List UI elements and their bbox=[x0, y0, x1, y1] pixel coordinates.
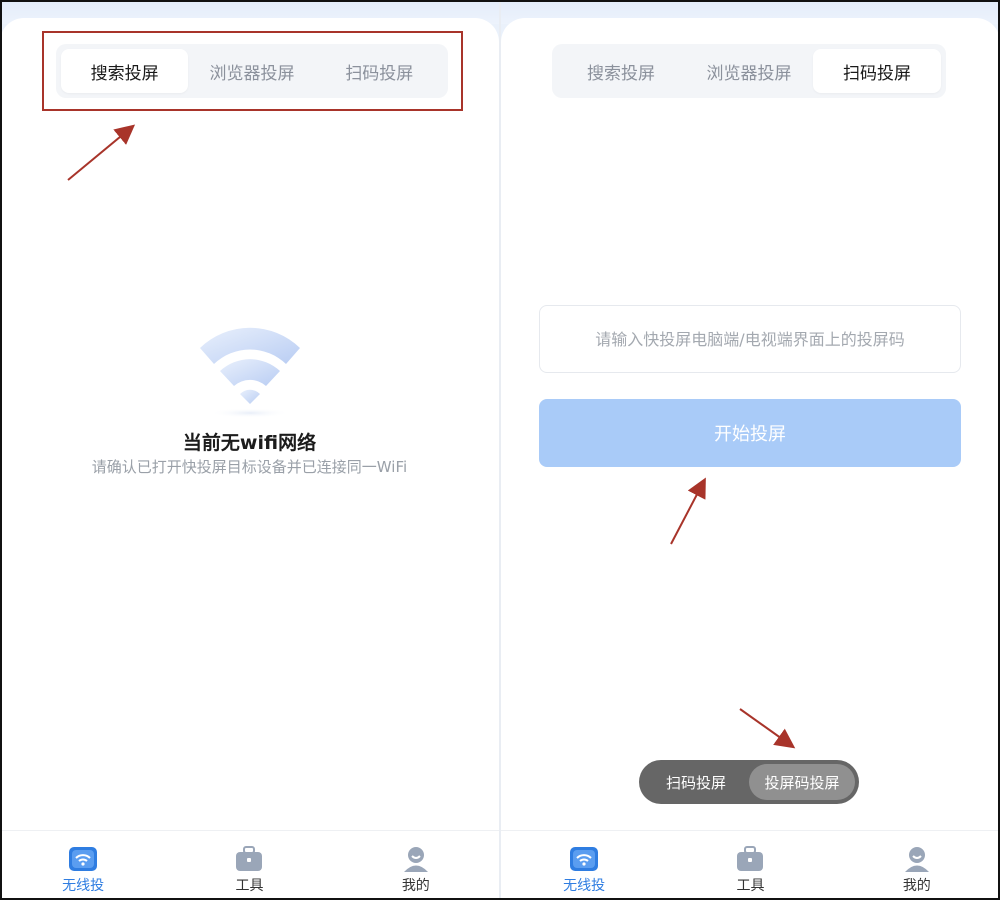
cast-mode-tabs: 搜索投屏 浏览器投屏 扫码投屏 bbox=[552, 44, 946, 98]
nav-item-wireless[interactable]: 无线投 bbox=[0, 831, 166, 900]
nav-item-tools[interactable]: 工具 bbox=[667, 831, 833, 900]
toolbox-icon bbox=[735, 845, 765, 873]
bottom-nav: 无线投 工具 我的 bbox=[501, 830, 1000, 900]
nav-item-tools[interactable]: 工具 bbox=[166, 831, 332, 900]
toggle-code-cast[interactable]: 投屏码投屏 bbox=[749, 764, 855, 800]
tab-scan-cast[interactable]: 扫码投屏 bbox=[813, 49, 941, 93]
toolbox-icon bbox=[234, 845, 264, 873]
left-screen: 搜索投屏 浏览器投屏 扫码投屏 当前无wifi网络 请确认已打开快投屏目标设备并… bbox=[0, 0, 499, 900]
nav-label-tools: 工具 bbox=[736, 878, 765, 894]
tab-search-cast[interactable]: 搜索投屏 bbox=[557, 49, 685, 93]
profile-icon bbox=[401, 845, 431, 873]
nav-label-tools: 工具 bbox=[235, 878, 264, 894]
cast-code-input[interactable] bbox=[539, 305, 961, 373]
right-screen: 搜索投屏 浏览器投屏 扫码投屏 开始投屏 扫码投屏 投屏码投屏 bbox=[501, 0, 1000, 900]
wireless-cast-icon bbox=[569, 845, 599, 873]
nav-label-profile: 我的 bbox=[401, 878, 430, 894]
nav-label-wireless: 无线投 bbox=[62, 878, 105, 894]
wireless-cast-icon bbox=[68, 845, 98, 873]
profile-icon bbox=[902, 845, 932, 873]
nav-label-wireless: 无线投 bbox=[563, 878, 606, 894]
nav-item-profile[interactable]: 我的 bbox=[834, 831, 1000, 900]
wifi-icon bbox=[190, 318, 310, 418]
cast-method-toggle: 扫码投屏 投屏码投屏 bbox=[639, 760, 859, 804]
tab-browser-cast[interactable]: 浏览器投屏 bbox=[685, 49, 813, 93]
bottom-nav: 无线投 工具 我的 bbox=[0, 830, 499, 900]
nav-label-profile: 我的 bbox=[902, 878, 931, 894]
nav-item-profile[interactable]: 我的 bbox=[333, 831, 499, 900]
start-cast-button[interactable]: 开始投屏 bbox=[539, 399, 961, 467]
content-card bbox=[0, 18, 499, 830]
annotation-highlight-box bbox=[42, 31, 463, 111]
toggle-scan-cast[interactable]: 扫码投屏 bbox=[643, 764, 749, 800]
nav-item-wireless[interactable]: 无线投 bbox=[501, 831, 667, 900]
empty-state-title: 当前无wifi网络 bbox=[182, 432, 317, 454]
empty-state-subtitle: 请确认已打开快投屏目标设备并已连接同一WiFi bbox=[91, 458, 408, 476]
